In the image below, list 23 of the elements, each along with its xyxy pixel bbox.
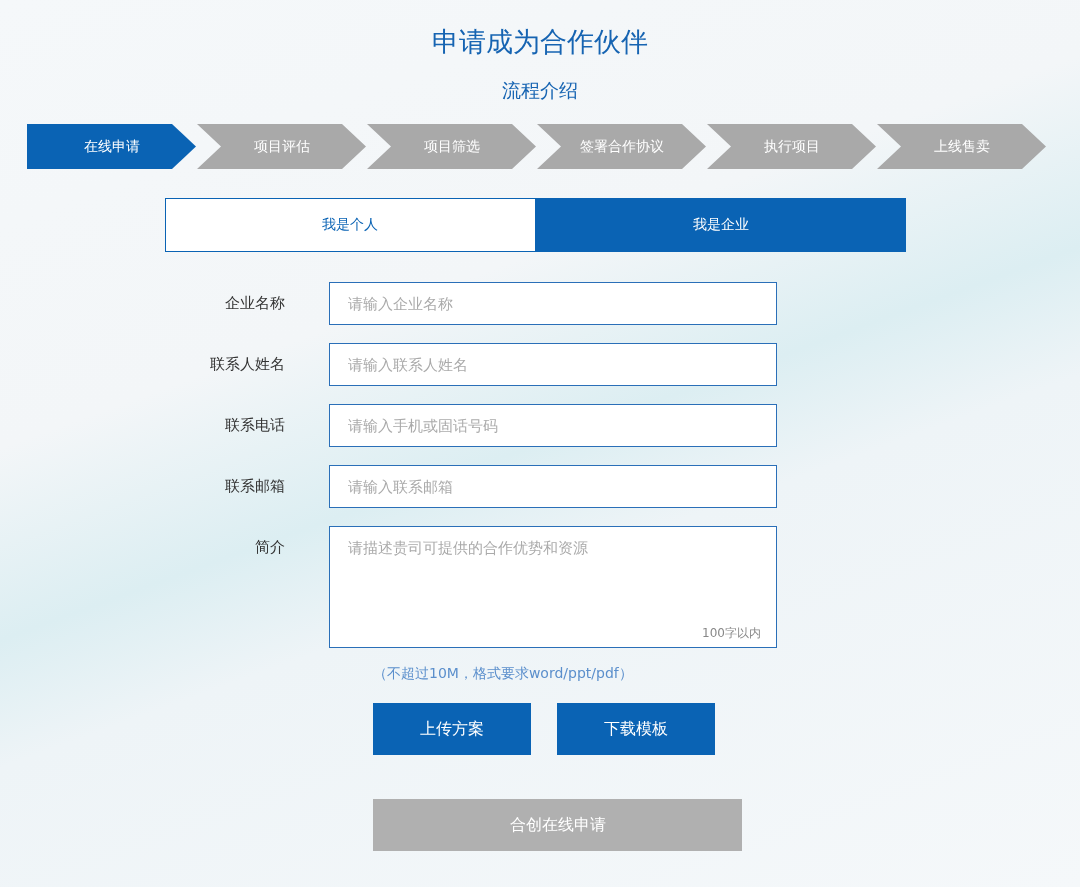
page-title: 申请成为合作伙伴 — [432, 25, 648, 59]
field-label: 联系邮箱 — [224, 476, 286, 497]
process-step: 签署合作协议 — [537, 124, 706, 169]
process-step: 执行项目 — [707, 124, 876, 169]
process-step: 项目评估 — [197, 124, 366, 169]
upload-button[interactable]: 上传方案 — [373, 703, 531, 755]
input-field[interactable]: 请输入联系邮箱 — [329, 465, 777, 508]
input-field[interactable]: 请输入联系人姓名 — [329, 343, 777, 386]
input-field[interactable]: 请输入企业名称 — [329, 282, 777, 325]
field-label: 联系电话 — [224, 415, 286, 436]
field-label: 联系人姓名 — [209, 354, 286, 375]
download-button[interactable]: 下载模板 — [557, 703, 715, 755]
process-step: 项目筛选 — [367, 124, 536, 169]
process-step: 在线申请 — [27, 124, 196, 169]
upload-note: （不超过10M，格式要求word/ppt/pdf） — [373, 665, 634, 683]
process-step: 上线售卖 — [877, 124, 1046, 169]
field-label: 简介 — [254, 537, 286, 558]
section-title: 流程介绍 — [502, 78, 578, 103]
field-label: 企业名称 — [224, 293, 286, 314]
character-limit: 100字以内 — [702, 625, 761, 642]
tab[interactable]: 我是企业 — [535, 198, 906, 252]
input-field[interactable]: 请输入手机或固话号码 — [329, 404, 777, 447]
tab[interactable]: 我是个人 — [165, 198, 536, 252]
